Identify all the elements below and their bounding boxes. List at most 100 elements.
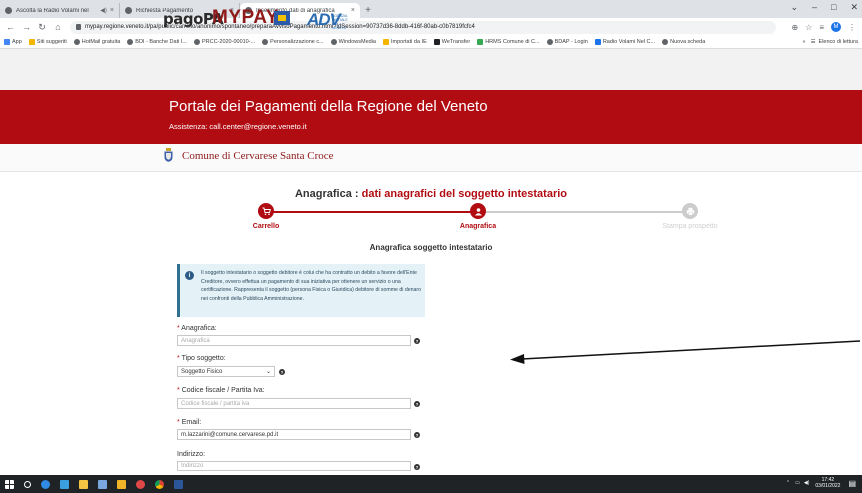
system-tray: ⌃ ▭ ◀) 17:42 03/01/2022 ▤ [786,477,856,489]
windows-start-icon[interactable] [5,479,14,489]
bookmark-star-icon[interactable]: ☆ [805,23,812,32]
folder-icon [28,39,35,45]
back-icon[interactable]: ← [6,22,15,32]
profile-avatar[interactable]: M [831,22,841,32]
notifications-icon[interactable]: ▤ [848,479,856,488]
radio-favicon-icon [5,7,12,14]
globe-favicon-icon [125,7,132,14]
comune-name[interactable]: Comune di Cervarese Santa Croce [182,150,334,162]
bookmark-item[interactable]: PRCC-2020-00010-... [193,39,256,45]
globe-icon [662,39,669,45]
indirizzo-input[interactable]: Indirizzo [177,461,411,471]
bookmark-item[interactable]: Personalizzazione c... [262,39,324,45]
step-connector [478,211,698,213]
bookmarks-bar: App Siti suggeriti HotMail gratuita BDI … [0,36,862,49]
bookmark-item[interactable]: HotMail gratuita [73,39,120,45]
adv-logo-subtitle: AGENZIA DIGITALE DEL VENETO [332,14,348,30]
bookmark-item[interactable]: Importati da IE [382,39,427,45]
volume-icon[interactable]: ◀) [804,480,810,486]
tipo-soggetto-select[interactable]: Soggetto Fisico ⌄ [177,366,275,377]
anagrafica-input[interactable]: Anagrafica [177,335,411,346]
step-print [682,203,698,219]
windows-taskbar: ⌃ ▭ ◀) 17:42 03/01/2022 ▤ [0,475,862,493]
tipo-soggetto-value: Soggetto Fisico [181,368,223,375]
apps-grid-icon [4,39,10,45]
file-explorer-icon[interactable] [79,479,88,489]
help-icon[interactable]: ? [414,401,420,407]
home-icon[interactable]: ⌂ [54,22,62,32]
user-icon [474,207,482,215]
tipo-soggetto-label: * Tipo soggetto: [177,355,226,362]
reading-list-icon[interactable]: ≡ [819,23,824,32]
annotation-arrow-icon [510,340,861,364]
bookmark-item[interactable]: Radio Volami Nel C... [594,39,655,45]
bookmark-item[interactable]: BDI - Banche Dati I... [127,39,187,45]
sticky-notes-icon[interactable] [117,479,126,489]
indirizzo-label: Indirizzo: [177,451,206,458]
email-input[interactable]: m.lazzarini@comune.cervarese.pd.it [177,429,411,440]
folder-icon [382,39,389,45]
page-title-separator: : [351,188,362,200]
bookmark-label: Importati da IE [390,39,427,45]
step-connector [258,211,478,213]
close-tab-icon[interactable]: × [110,7,114,14]
search-icon[interactable] [24,480,31,488]
forward-icon[interactable]: → [22,22,31,32]
address-toolbar: ← → ↻ ⌂ mypay.regione.veneto.it/pa/publi… [0,18,862,36]
codice-fiscale-input[interactable]: Codice fiscale / partita iva [177,398,411,409]
bookmark-item[interactable]: App [4,39,22,45]
anagrafica-label-text: Anagrafica: [181,325,217,332]
menu-dots-icon[interactable]: ⋮ [848,23,856,32]
word-icon[interactable] [174,479,183,489]
bookmark-item[interactable]: HRMS Comune di C... [477,39,540,45]
assistance-contact[interactable]: Assistenza: call.center@regione.veneto.i… [169,122,307,131]
tray-chevron-icon[interactable]: ⌃ [786,480,790,486]
wetransfer-icon [433,39,440,45]
bookmark-item[interactable]: WeTransfer [433,39,471,45]
help-icon[interactable]: ? [414,338,420,344]
chrome-icon[interactable] [155,479,164,489]
bookmark-label: App [12,39,22,45]
minimize-icon[interactable]: – [812,2,817,13]
bookmark-label: BDI - Banche Dati I... [135,39,187,45]
clock[interactable]: 17:42 03/01/2022 [815,477,840,489]
app-icon[interactable] [136,479,145,489]
new-tab-button[interactable]: + [360,3,376,18]
bookmark-item[interactable]: BDAP - Login [546,39,588,45]
help-icon[interactable]: ? [279,369,285,375]
logo-bar [0,49,862,90]
required-mark: * [177,355,180,362]
bookmark-label: PRCC-2020-00010-... [201,39,256,45]
edge-browser-icon[interactable] [41,479,50,489]
store-icon[interactable] [98,479,107,489]
page-title: Anagrafica : dati anagrafici del soggett… [0,188,862,200]
codice-fiscale-label-text: Codice fiscale / Partita Iva: [181,387,265,394]
bookmark-label: WeTransfer [441,39,471,45]
comune-bar [0,144,862,172]
comune-crest-icon [164,148,173,162]
bookmark-item[interactable]: Nuova scheda [662,39,705,45]
help-icon[interactable]: ? [414,464,420,470]
globe-icon [262,39,269,45]
reload-icon[interactable]: ↻ [38,22,46,33]
step-label-cart: Carrello [252,223,280,230]
help-icon[interactable]: ? [414,432,420,438]
speaker-icon[interactable]: ◀) [100,7,107,14]
page-title-detail: dati anagrafici del soggetto intestatari… [361,188,567,200]
globe-icon [546,39,553,45]
required-mark: * [177,419,180,426]
reading-list-label: Elenco di lettura [818,39,858,45]
teams-icon[interactable] [60,479,69,489]
close-tab-icon[interactable]: × [351,7,355,14]
maximize-icon[interactable]: □ [831,2,836,13]
tab-search-icon[interactable]: ⌄ [790,2,798,13]
close-window-icon[interactable]: ✕ [850,2,858,13]
translate-icon[interactable]: ⊕ [791,23,798,32]
reading-list-button[interactable]: » ☰ Elenco di lettura [798,39,858,45]
info-alert: i Il soggetto intestatario o soggetto de… [177,264,425,317]
browser-tab[interactable]: Ascolta la Radio Volami nel ◀) × [0,3,120,18]
required-mark: * [177,387,180,394]
bookmark-item[interactable]: WindowsMedia [330,39,376,45]
bookmark-item[interactable]: Siti suggeriti [28,39,67,45]
network-icon[interactable]: ▭ [795,480,800,486]
